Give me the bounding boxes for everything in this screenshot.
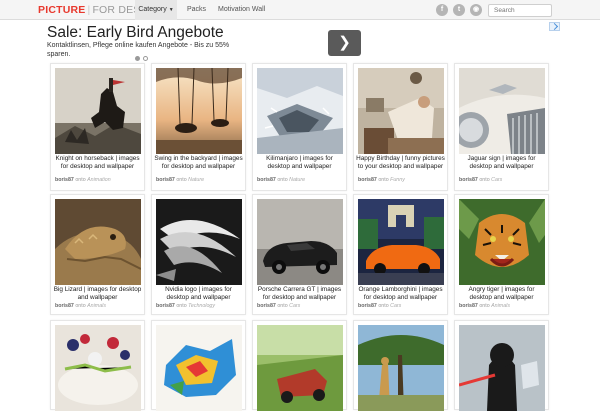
pin-onto: onto (378, 177, 389, 183)
pin-user[interactable]: boris87 (358, 303, 377, 309)
pin-user[interactable]: boris87 (55, 177, 74, 183)
pin-card[interactable]: Jaguar sign | images for desktop and wal… (454, 63, 549, 191)
pin-card[interactable]: Happy Birthday | funny pictures to your … (353, 63, 448, 191)
pin-user[interactable]: boris87 (358, 177, 377, 183)
pin-board[interactable]: Nature (289, 177, 305, 183)
dessert-thumbnail[interactable] (55, 325, 141, 411)
pin-board[interactable]: Cars (289, 303, 300, 309)
pin-caption[interactable]: Jaguar sign | images for desktop and wal… (457, 155, 546, 171)
pin-caption[interactable]: Porsche Carrera GT | images for desktop … (255, 286, 344, 302)
pin-card[interactable]: Nvidia logo | images for desktop and wal… (151, 194, 246, 315)
pin-meta: boris87 onto Animals (459, 303, 510, 309)
pin-user[interactable]: boris87 (459, 177, 478, 183)
pin-meta: boris87 onto Cars (459, 177, 502, 183)
pin-meta: boris87 onto Funny (358, 177, 405, 183)
category-dropdown[interactable]: Category ▼ (135, 0, 177, 20)
pin-card[interactable] (50, 320, 145, 411)
pin-user[interactable]: boris87 (257, 177, 276, 183)
pin-card[interactable] (151, 320, 246, 411)
pin-meta: boris87 onto Nature (156, 177, 204, 183)
caret-down-icon: ▼ (168, 7, 174, 13)
pin-card[interactable]: Big Lizard | images for desktop and wall… (50, 194, 145, 315)
pin-caption[interactable]: Happy Birthday | funny pictures to your … (356, 155, 445, 171)
pin-board[interactable]: Animals (87, 303, 106, 309)
pin-caption[interactable]: Kilimanjaro | images for desktop and wal… (255, 155, 344, 171)
giraffe-thumbnail[interactable] (358, 325, 444, 411)
pin-user[interactable]: boris87 (459, 303, 478, 309)
lizard-thumbnail[interactable] (55, 199, 141, 285)
darth-vader-thumbnail[interactable] (459, 325, 545, 411)
pin-onto: onto (479, 177, 490, 183)
ad-title[interactable]: Sale: Early Bird Angebote (47, 24, 224, 42)
pin-meta: boris87 onto Cars (257, 303, 300, 309)
pin-card[interactable]: Kilimanjaro | images for desktop and wal… (252, 63, 347, 191)
nav-link-motivation-wall[interactable]: Motivation Wall (218, 0, 265, 20)
pin-user[interactable]: boris87 (156, 303, 175, 309)
lamborghini-thumbnail[interactable] (358, 199, 444, 285)
swing-thumbnail[interactable] (156, 68, 242, 154)
logo-separator: | (87, 4, 91, 16)
pin-user[interactable]: boris87 (156, 177, 175, 183)
pin-caption[interactable]: Knight on horseback | images for desktop… (53, 155, 142, 171)
carousel-dot[interactable] (143, 56, 148, 61)
pin-meta: boris87 onto Nature (257, 177, 305, 183)
pin-onto: onto (75, 303, 86, 309)
search-input[interactable] (488, 4, 552, 17)
pin-card[interactable]: Porsche Carrera GT | images for desktop … (252, 194, 347, 315)
pin-meta: boris87 onto Cars (358, 303, 401, 309)
pin-card[interactable]: Angry tiger | images for desktop and wal… (454, 194, 549, 315)
pin-caption[interactable]: Nvidia logo | images for desktop and wal… (154, 286, 243, 302)
logo-word-picture: PICTURE (38, 4, 86, 16)
twitter-icon[interactable]: t (453, 4, 465, 16)
pin-board[interactable]: Cars (390, 303, 401, 309)
porsche-thumbnail[interactable] (257, 199, 343, 285)
pin-user[interactable]: boris87 (55, 303, 74, 309)
pin-meta: boris87 onto Animation (55, 177, 111, 183)
nvidia-thumbnail[interactable] (156, 199, 242, 285)
jaguar-thumbnail[interactable] (459, 68, 545, 154)
pin-card[interactable] (252, 320, 347, 411)
pin-onto: onto (176, 303, 187, 309)
pin-board[interactable]: Cars (491, 177, 502, 183)
ad-choices-icon[interactable] (549, 22, 560, 31)
pin-card[interactable] (454, 320, 549, 411)
pin-board[interactable]: Technology (188, 303, 215, 309)
pin-user[interactable]: boris87 (257, 303, 276, 309)
pin-onto: onto (75, 177, 86, 183)
nav-link-packs[interactable]: Packs (187, 0, 206, 20)
pin-caption[interactable]: Angry tiger | images for desktop and wal… (457, 286, 546, 302)
top-navbar: PICTURE | FOR DESKTOP Category ▼ Packs Mo… (0, 0, 600, 20)
pin-card[interactable]: Orange Lamborghini | images for desktop … (353, 194, 448, 315)
facebook-icon[interactable]: f (436, 4, 448, 16)
graffiti-thumbnail[interactable] (156, 325, 242, 411)
kilimanjaro-thumbnail[interactable] (257, 68, 343, 154)
ad-banner[interactable]: Sale: Early Bird Angebote Kontaktlinsen,… (40, 20, 560, 62)
rss-icon[interactable]: ◉ (470, 4, 482, 16)
pin-card[interactable]: Swing in the backyard | images for deskt… (151, 63, 246, 191)
offroad-thumbnail[interactable] (257, 325, 343, 411)
pin-onto: onto (176, 177, 187, 183)
knight-thumbnail[interactable] (55, 68, 141, 154)
carousel-dot-active[interactable] (135, 56, 140, 61)
pin-onto: onto (378, 303, 389, 309)
pin-caption[interactable]: Swing in the backyard | images for deskt… (154, 155, 243, 171)
ad-next-button[interactable]: ❯ (328, 30, 361, 56)
pin-board[interactable]: Nature (188, 177, 204, 183)
pin-onto: onto (479, 303, 490, 309)
pin-board[interactable]: Funny (390, 177, 405, 183)
category-label: Category (138, 6, 167, 13)
pin-meta: boris87 onto Animals (55, 303, 106, 309)
pin-board[interactable]: Animals (491, 303, 510, 309)
pin-onto: onto (277, 177, 288, 183)
pin-meta: boris87 onto Technology (156, 303, 215, 309)
birthday-thumbnail[interactable] (358, 68, 444, 154)
pin-card[interactable]: Knight on horseback | images for desktop… (50, 63, 145, 191)
pin-caption[interactable]: Big Lizard | images for desktop and wall… (53, 286, 142, 302)
pin-onto: onto (277, 303, 288, 309)
pin-board[interactable]: Animation (87, 177, 111, 183)
pin-caption[interactable]: Orange Lamborghini | images for desktop … (356, 286, 445, 302)
tiger-thumbnail[interactable] (459, 199, 545, 285)
pin-card[interactable] (353, 320, 448, 411)
